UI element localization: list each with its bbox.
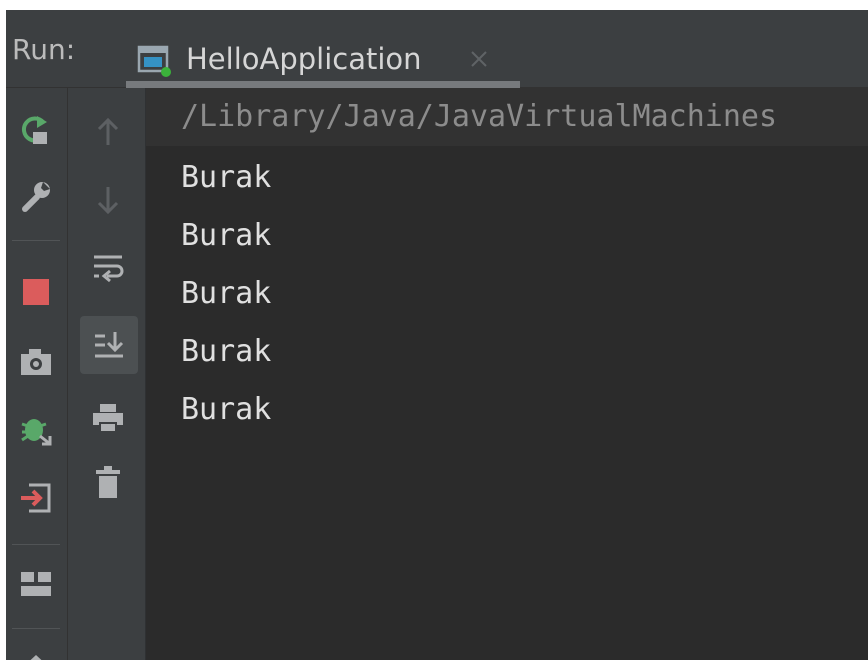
run-actions-toolbar [6,88,68,660]
run-tool-window: Run: HelloApplication /Library/Java/Java… [6,10,868,660]
up-arrow-icon[interactable] [88,112,128,152]
tab-active-indicator [126,81,520,88]
console-actions-toolbar [68,88,146,660]
login-icon[interactable] [16,478,56,518]
down-arrow-icon[interactable] [88,180,128,220]
command-line: /Library/Java/JavaVirtualMachines [146,88,868,146]
camera-icon[interactable] [16,342,56,382]
scroll-to-end-icon [95,332,124,358]
pin-icon[interactable] [16,640,56,660]
tab-title: HelloApplication [186,42,422,76]
run-label: Run: [12,33,76,66]
toolbar-separator [12,628,60,629]
output-line: Burak [181,334,272,369]
debug-bug-icon[interactable] [16,410,56,450]
console-output[interactable]: /Library/Java/JavaVirtualMachines Burak … [146,88,868,660]
close-icon[interactable] [466,46,492,72]
tab-hello-application[interactable]: HelloApplication [126,20,520,88]
toolbar-separator [12,240,60,241]
output-line: Burak [181,392,272,427]
output-line: Burak [181,276,272,311]
layout-icon[interactable] [16,564,56,604]
output-line: Burak [181,218,272,253]
trash-icon[interactable] [88,462,128,502]
toolbar-separator [12,544,60,545]
run-header: Run: HelloApplication [6,10,868,88]
scroll-to-end-button[interactable] [80,316,138,374]
application-window-icon [136,42,174,80]
stop-icon[interactable] [16,272,56,312]
rerun-icon[interactable] [16,110,56,150]
print-icon[interactable] [88,398,128,438]
wrench-icon[interactable] [16,176,56,216]
output-line: Burak [181,160,272,195]
soft-wrap-icon[interactable] [88,248,128,288]
